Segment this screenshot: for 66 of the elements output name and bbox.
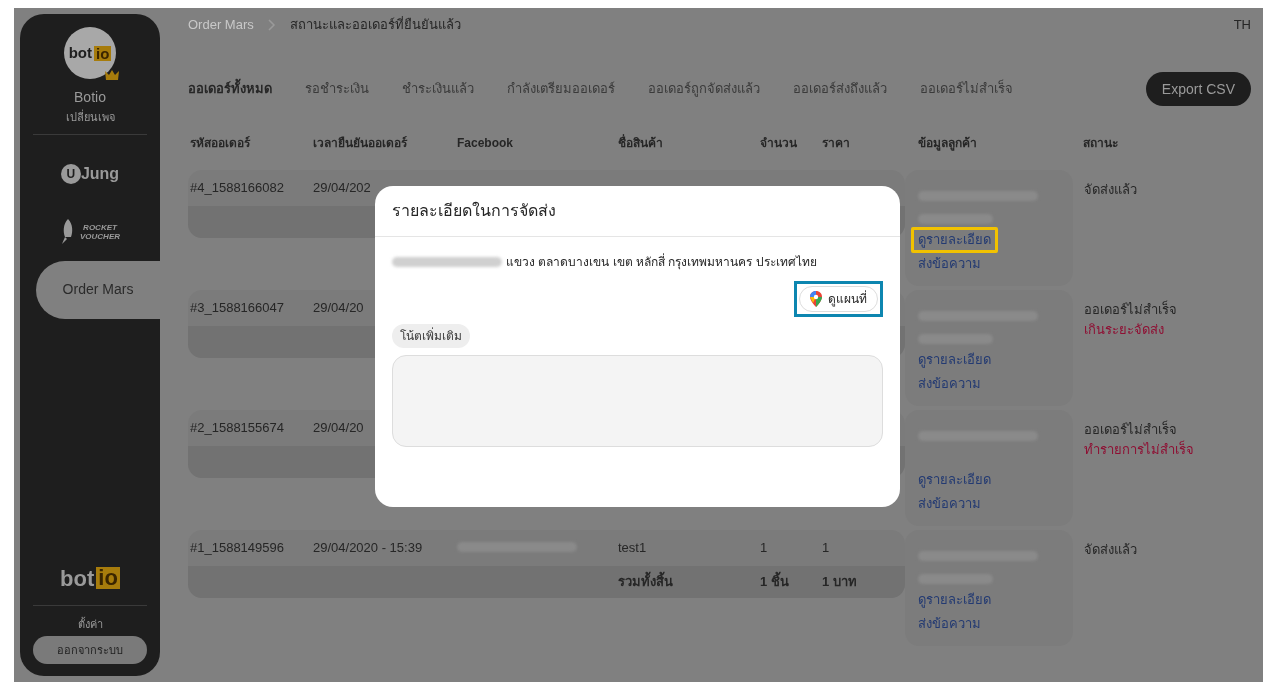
botio-logo: bot io <box>68 42 112 64</box>
address-text: แขวง ตลาดบางเขน เขต หลักสี่ กรุงเทพมหานคร ประเทศไทย <box>506 253 817 271</box>
send-message-link[interactable]: ส่งข้อความ <box>918 253 981 273</box>
column-header: ข้อมูลลูกค้า <box>918 135 978 152</box>
logout-button[interactable]: ออกจากระบบ <box>33 636 147 664</box>
failure-reason: ทำรายการไม่สำเร็จ <box>1084 439 1194 459</box>
account-name: Botio <box>74 88 106 107</box>
order-time: 29/04/202 <box>313 179 372 198</box>
product-name: test1 <box>618 539 648 558</box>
quantity: 1 <box>760 539 769 558</box>
order-id: #1_1588149596 <box>190 539 285 558</box>
u-logo-icon: U <box>60 163 81 184</box>
order-status: จัดส่งแล้ว <box>1084 181 1137 199</box>
order-id: #4_1588166082 <box>190 179 285 198</box>
total-label: รวมทั้งสิ้น <box>618 572 760 592</box>
sidebar-app-item[interactable]: U Jung <box>20 144 160 203</box>
order-time: 29/04/2020 - 15:39 <box>313 539 424 558</box>
price: 1 <box>822 539 831 558</box>
column-header: รหัสออเดอร์ <box>190 135 252 152</box>
switch-page-link[interactable]: เปลี่ยนเพจ <box>65 109 115 126</box>
column-header: เวลายืนยันออเดอร์ <box>313 135 409 152</box>
column-header: Facebook <box>457 135 514 152</box>
botio-logo: bot io <box>60 564 120 593</box>
breadcrumb-current: สถานะและออเดอร์ที่ยืนยันแล้ว <box>289 15 461 35</box>
language-button[interactable]: TH <box>1233 15 1251 35</box>
breadcrumb-link[interactable]: Order Mars <box>188 15 254 35</box>
tab[interactable]: ชำระเงินแล้ว <box>402 79 474 99</box>
note-field[interactable] <box>392 355 883 447</box>
tab[interactable]: ออเดอร์ไม่สำเร็จ <box>920 79 1013 99</box>
column-header: ชื่อสินค้า <box>618 134 664 152</box>
total-quantity: 1 ชิ้น <box>760 572 822 592</box>
send-message-link[interactable]: ส่งข้อความ <box>918 493 981 513</box>
send-message-link[interactable]: ส่งข้อความ <box>918 373 981 393</box>
modal-title: รายละเอียดในการจัดส่ง <box>392 200 556 221</box>
settings-link[interactable]: ตั้งค่า <box>77 615 103 632</box>
column-header: จำนวน <box>760 135 798 152</box>
sidebar-app-item[interactable]: ROCKET VOUCHER <box>20 202 160 261</box>
column-header: ราคา <box>822 135 851 152</box>
order-status: จัดส่งแล้ว <box>1084 541 1137 559</box>
order-time: 29/04/20 <box>313 419 365 438</box>
failure-reason: เกินระยะจัดส่ง <box>1084 320 1165 339</box>
send-message-link[interactable]: ส่งข้อความ <box>918 613 981 633</box>
order-id: #3_1588166047 <box>190 299 285 318</box>
total-price: 1 บาท <box>822 573 858 592</box>
column-header: สถานะ <box>1083 135 1119 152</box>
note-label: โน้ตเพิ่มเติม <box>392 324 470 348</box>
tab[interactable]: รอชำระเงิน <box>305 79 369 99</box>
tab[interactable]: กำลังเตรียมออเดอร์ <box>507 79 615 99</box>
sidebar-app-item[interactable]: Order Mars <box>36 260 160 319</box>
view-details-link[interactable]: ดูรายละเอียด <box>911 347 998 373</box>
order-status: ออเดอร์ไม่สำเร็จ <box>1084 420 1178 439</box>
chevron-right-icon <box>267 19 276 31</box>
order-status: ออเดอร์ไม่สำเร็จ <box>1084 300 1177 319</box>
map-pin-icon <box>810 291 822 307</box>
crown-icon <box>104 69 120 81</box>
app-label: ROCKET VOUCHER <box>80 222 120 241</box>
tab[interactable]: ออเดอร์ถูกจัดส่งแล้ว <box>648 79 760 99</box>
view-details-link[interactable]: ดูรายละเอียด <box>911 587 998 613</box>
app-label: Jung <box>80 163 120 184</box>
order-id: #2_1588155674 <box>190 419 285 438</box>
tab[interactable]: ออเดอร์ส่งถึงแล้ว <box>793 79 887 99</box>
tab[interactable]: ออเดอร์ทั้งหมด <box>188 79 272 99</box>
view-details-link[interactable]: ดูรายละเอียด <box>911 467 998 493</box>
view-details-link[interactable]: ดูรายละเอียด <box>911 227 998 253</box>
order-time: 29/04/20 <box>313 299 365 318</box>
export-csv-button[interactable]: Export CSV <box>1145 72 1251 106</box>
